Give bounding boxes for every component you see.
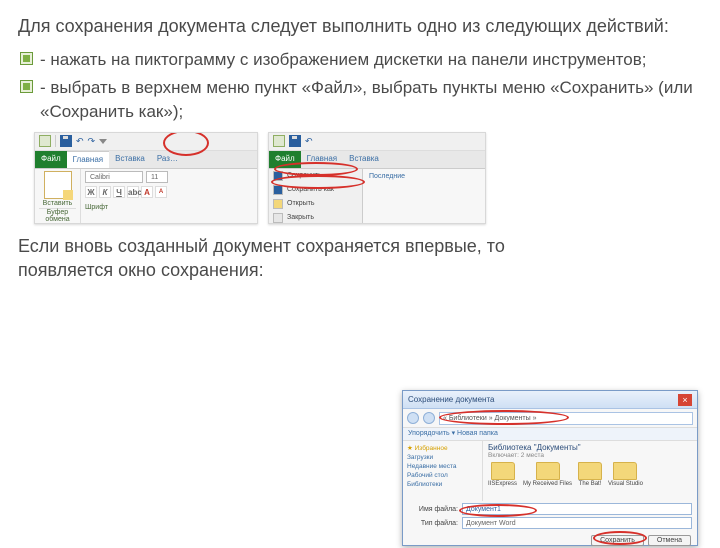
annotation-circle-icon [163,132,209,156]
dialog-titlebar: Сохранение документа × [403,391,697,409]
dialog-fields: Имя файла: Документ1 Тип файла: Документ… [403,501,697,533]
sidebar-item[interactable]: Библиотеки [407,480,478,489]
excel-bullet-icon [20,80,33,93]
folder-icon [613,462,637,480]
qat-sep [55,135,56,147]
app-icon [273,135,285,147]
filetype-input[interactable]: Документ Word [462,517,692,529]
tab-insert[interactable]: Вставка [109,151,151,168]
save-dialog: Сохранение документа × « Библиотеки » До… [402,390,698,546]
dialog-buttons: Сохранить Отмена [403,533,697,548]
library-title: Библиотека "Документы" [488,443,692,452]
excel-bullet-icon [20,52,33,65]
app-icon [39,135,51,147]
redo-icon[interactable]: ↷ [88,136,96,147]
annotation-circle-icon [459,504,537,517]
folder-item[interactable]: The Bat! [578,462,602,487]
strike-button[interactable]: abc [127,186,139,198]
sidebar-item[interactable]: Рабочий стол [407,471,478,480]
ribbon-tabs: Файл Главная Вставка Раз… [35,151,257,169]
dialog-main: Библиотека "Документы" Включает: 2 места… [483,441,697,501]
font-caption: Шрифт [85,204,253,211]
bullet-text: - нажать на пиктограмму с изображением д… [40,50,647,69]
undo-icon[interactable]: ↶ [305,136,313,147]
folder-icon [578,462,602,480]
dialog-body: ★ Избранное Загрузки Недавние места Рабо… [403,441,697,501]
ribbon-body: Вставить Буфер обмена Calibri 11 Ж К Ч a… [35,169,257,224]
folder-item[interactable]: My Received Files [523,462,572,487]
folder-icon [273,199,283,209]
bullet-item: - нажать на пиктограмму с изображением д… [20,48,702,72]
qat-dropdown-icon[interactable] [99,139,107,144]
group-clipboard: Вставить Буфер обмена [35,169,81,224]
dialog-address-bar: « Библиотеки » Документы » [403,409,697,427]
library-subtitle: Включает: 2 места [488,452,692,459]
screenshot-file-menu: ↶ Файл Главная Вставка Сохранить Сохрани… [268,132,486,224]
folder-label: IISExpress [488,481,517,487]
paste-button[interactable] [44,171,72,199]
dialog-sidebar: ★ Избранное Загрузки Недавние места Рабо… [403,441,483,501]
paragraph-save-window: Если вновь созданный документ сохраняетс… [18,234,518,283]
intro-text: Для сохранения документа следует выполни… [18,14,702,38]
folder-item[interactable]: Visual Studio [608,462,643,487]
filename-label: Имя файла: [408,506,458,513]
folder-icon [491,462,515,480]
clipboard-caption: Буфер обмена [39,208,76,223]
font-grow-button[interactable]: A [141,186,153,198]
close-button[interactable]: × [678,394,692,406]
tab-file[interactable]: Файл [35,151,67,168]
paste-label: Вставить [39,200,76,207]
menu-item-close[interactable]: Закрыть [269,211,362,224]
italic-button[interactable]: К [99,186,111,198]
close-icon [273,213,283,223]
bold-button[interactable]: Ж [85,186,97,198]
font-color-button[interactable]: A [155,186,167,198]
folder-icon [536,462,560,480]
folder-grid: IISExpress My Received Files The Bat! Vi… [488,462,692,487]
tab-home[interactable]: Главная [67,151,109,168]
sidebar-item[interactable]: Недавние места [407,462,478,471]
save-icon[interactable] [289,135,301,147]
menu-label: Закрыть [287,214,314,221]
recent-header: Последние [369,173,479,180]
undo-icon[interactable]: ↶ [76,136,84,147]
screenshots-row: ↶ ↷ Файл Главная Вставка Раз… Вставить Б… [34,132,702,224]
bullet-list: - нажать на пиктограмму с изображением д… [20,48,702,123]
menu-label: Открыть [287,200,315,207]
folder-label: The Bat! [579,481,602,487]
annotation-circle-icon [439,410,569,425]
annotation-circle-icon [593,531,647,545]
underline-button[interactable]: Ч [113,186,125,198]
menu-item-open[interactable]: Открыть [269,197,362,211]
nav-fwd-button[interactable] [423,412,435,424]
file-menu-right: Последние [363,169,485,224]
filetype-label: Тип файла: [408,520,458,527]
bullet-text: - выбрать в верхнем меню пункт «Файл», в… [40,78,693,121]
save-icon[interactable] [60,135,72,147]
bullet-item: - выбрать в верхнем меню пункт «Файл», в… [20,76,702,124]
dialog-toolbar[interactable]: Упорядочить ▾ Новая папка [403,427,697,441]
group-font: Calibri 11 Ж К Ч abc A A Шрифт [81,169,257,224]
sidebar-favorites[interactable]: ★ Избранное [407,444,478,453]
screenshot-ribbon: ↶ ↷ Файл Главная Вставка Раз… Вставить Б… [34,132,258,224]
cancel-button[interactable]: Отмена [648,535,691,546]
annotation-circle-icon [274,162,358,176]
dialog-title: Сохранение документа [408,395,494,404]
font-size-picker[interactable]: 11 [146,171,168,183]
sidebar-item[interactable]: Загрузки [407,453,478,462]
nav-back-button[interactable] [407,412,419,424]
quick-access-toolbar: ↶ [269,133,485,151]
quick-access-toolbar: ↶ ↷ [35,133,257,151]
folder-label: My Received Files [523,481,572,487]
annotation-circle-icon [271,175,365,189]
folder-item[interactable]: IISExpress [488,462,517,487]
font-name-picker[interactable]: Calibri [85,171,143,183]
folder-label: Visual Studio [608,481,643,487]
